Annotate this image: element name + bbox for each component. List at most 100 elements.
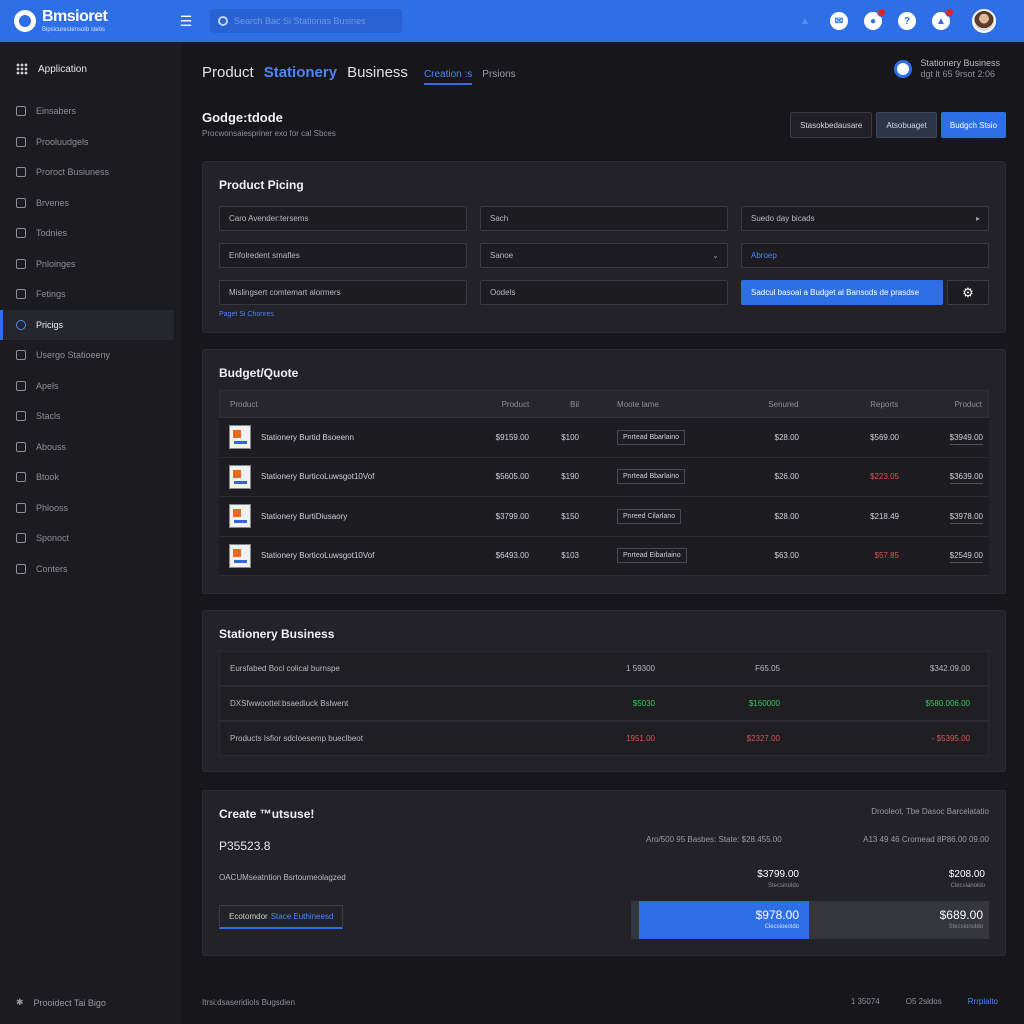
sidebar-item[interactable]: Phlooss [0,493,182,524]
help-icon[interactable]: ? [898,12,916,30]
secured-cell: $28.00 [774,511,799,521]
top-bar: Bmsioret Bipsicurestensolb stebs ☰ ▲ ✉ ●… [0,0,1024,42]
sidebar-item[interactable]: Fetings [0,279,182,310]
footer-link[interactable]: Rrrplalto [968,997,998,1006]
messages-icon[interactable]: ✉ [830,12,848,30]
sidebar-item[interactable]: Prooluudgels [0,127,182,158]
sidebar-item[interactable]: Sponoct [0,523,182,554]
pricing-action-button[interactable]: Sadcul basoai a Budget al Bansods de pra… [741,280,943,305]
row-value: 1 59300 [626,664,655,673]
ecommerce-label: Ecotomdor [229,912,268,921]
gear-icon[interactable]: ⚙ [947,280,989,305]
business-title: Stationery Business [219,627,335,641]
row-value: $160000 [748,699,780,708]
product-thumbnail [229,504,251,529]
sidebar-item-label: Fetings [36,289,66,300]
summary-value-2: $208.00 [948,869,985,880]
table-row[interactable]: Stationery Burtid Bsoeenn $9159.00 $100 … [219,418,989,458]
column-header[interactable]: Senured [719,400,798,409]
sidebar-item[interactable]: Brvenes [0,188,182,219]
row-label: Eursfabed Bocl colical burnspe [230,664,340,673]
chat-icon[interactable]: ● [864,8,886,30]
sidebar-app-header[interactable]: Application [0,42,182,96]
sidebar-item-icon [16,319,26,330]
table-row[interactable]: Eursfabed Bocl colical burnspe 1 59300 F… [219,651,989,686]
footer-left-text: Itrsi:dsaseridiols Bugsdien [202,998,295,1007]
row-total: - $5395.00 [931,734,970,743]
sidebar-item[interactable]: Btook [0,462,182,493]
product-name: Stationery BorticoLuwsgot10Vof [261,551,375,561]
column-header[interactable]: Product [449,400,530,409]
pricing-field-2[interactable]: Sach [480,206,728,231]
sidebar-item[interactable]: Apels [0,371,182,402]
pricing-dropdown-1[interactable]: Suedo day bicads ▸ [741,206,989,231]
breadcrumb-stationery[interactable]: Stationery [264,64,337,81]
table-row[interactable]: Stationery BurticoLuwsgot10Vof $5605.00 … [219,457,989,497]
breadcrumb-business[interactable]: Business [347,64,408,81]
logo-icon [14,10,36,32]
user-avatar[interactable] [972,9,996,33]
sidebar-item[interactable]: Pnloinges [0,249,182,280]
pricing-field-4[interactable]: Enfolredent smafles [219,243,467,268]
hamburger-menu-icon[interactable]: ☰ [174,13,198,30]
breadcrumb-product[interactable]: Product [202,64,254,81]
table-row[interactable]: Products Isfior sdcloesemp bueclbeot 195… [219,721,989,756]
apps-icon[interactable]: ▲ [796,12,814,30]
sidebar-item-icon [16,441,26,452]
sidebar-item-pricing[interactable]: Pricigs [0,309,174,340]
budget-button[interactable]: Budgch Stsio [940,112,1006,138]
column-header[interactable]: Reports [799,400,898,409]
sidebar-item[interactable]: Todnies [0,218,182,249]
budget-quote-card: Budget/Quote Product Product Bil Moote l… [202,349,1006,594]
table-row[interactable]: Stationery BorticoLuwsgot10Vof $6493.00 … [219,536,989,576]
total-cell: $3949.00 [949,432,983,445]
secured-cell: $63.00 [774,551,799,561]
mode-pill[interactable]: Pnrtead Bbarlaino [617,429,686,445]
product-pricing-card: Product Picing Caro Avender:tersems Sach… [202,161,1006,333]
create-right-note: Drooleot, Tbe Dasoc Barcelatatio [871,807,989,816]
status-title: Stationery Business [920,58,1000,68]
bell-icon[interactable]: ▲ [932,8,954,30]
mode-pill[interactable]: Pnrtead Bbarlaino [617,469,686,485]
sidebar-item[interactable]: Usergo Statioeeny [0,340,182,371]
footer-stat-2: O5 2sldos [905,997,942,1006]
tab-prsions[interactable]: Prsions [482,69,515,80]
ecommerce-button[interactable]: Ecotomdor Stace Euthineesd [219,905,344,929]
column-header[interactable]: Product [220,400,449,409]
sidebar-footer[interactable]: ✱ Prooidect Tai Bigo [16,997,106,1008]
sidebar-item[interactable]: Proroct Busiuness [0,157,182,188]
sidebar-footer-label: Prooidect Tai Bigo [33,997,106,1008]
sidebar-item-label: Conters [36,563,68,574]
sidebar-item[interactable]: Conters [0,554,182,585]
sidebar-item[interactable]: Stacls [0,401,182,432]
sidebar-item[interactable]: Einsabers [0,96,182,127]
pricing-field-7[interactable]: Mislingsert comtemart alormers [219,280,467,305]
sidebar-item-label: Abouss [36,441,67,452]
column-header[interactable]: Product [898,400,988,409]
pricing-link[interactable]: Paget Si Chonres [219,311,274,318]
pricing-field-1[interactable]: Caro Avender:tersems [219,206,467,231]
header-button-1[interactable]: Stasokbedausare [790,112,873,138]
table-row[interactable]: DXSfwwoottel:bsaediuck Bslwent $5030 $16… [219,686,989,721]
column-header[interactable]: Bil [529,400,579,409]
settings-icon: ✱ [16,997,24,1007]
search-bar[interactable] [210,9,402,33]
mode-pill[interactable]: Pnrtead Eibarlaino [617,548,687,564]
sidebar-item-label: Apels [36,380,59,391]
pricing-select[interactable]: Sanoe ⌄ [480,243,728,268]
search-input[interactable] [234,16,394,26]
mode-pill[interactable]: Pnreed Cilarlano [617,508,682,524]
tab-creation[interactable]: Creation :s [423,69,473,85]
sidebar-item[interactable]: Abouss [0,432,182,463]
total-value-1: $978.00 [755,908,799,922]
grid-icon [16,63,28,75]
pricing-field-8[interactable]: Oodels [480,280,728,305]
logo[interactable]: Bmsioret Bipsicurestensolb stebs [0,0,174,42]
column-header[interactable]: Moote lame [579,400,719,409]
pricing-field-6[interactable]: Abroep [741,243,989,268]
table-row[interactable]: Stationery BurtiDiusaory $3799.00 $150 P… [219,497,989,537]
header-button-2[interactable]: Atsobuaget [876,112,937,138]
reports-cell: $223.05 [870,472,899,482]
stationery-business-card: Stationery Business Eursfabed Bocl colic… [202,610,1006,772]
status-widget[interactable]: Stationery Business dgt lt 65 9rsot 2:06 [894,58,1000,80]
